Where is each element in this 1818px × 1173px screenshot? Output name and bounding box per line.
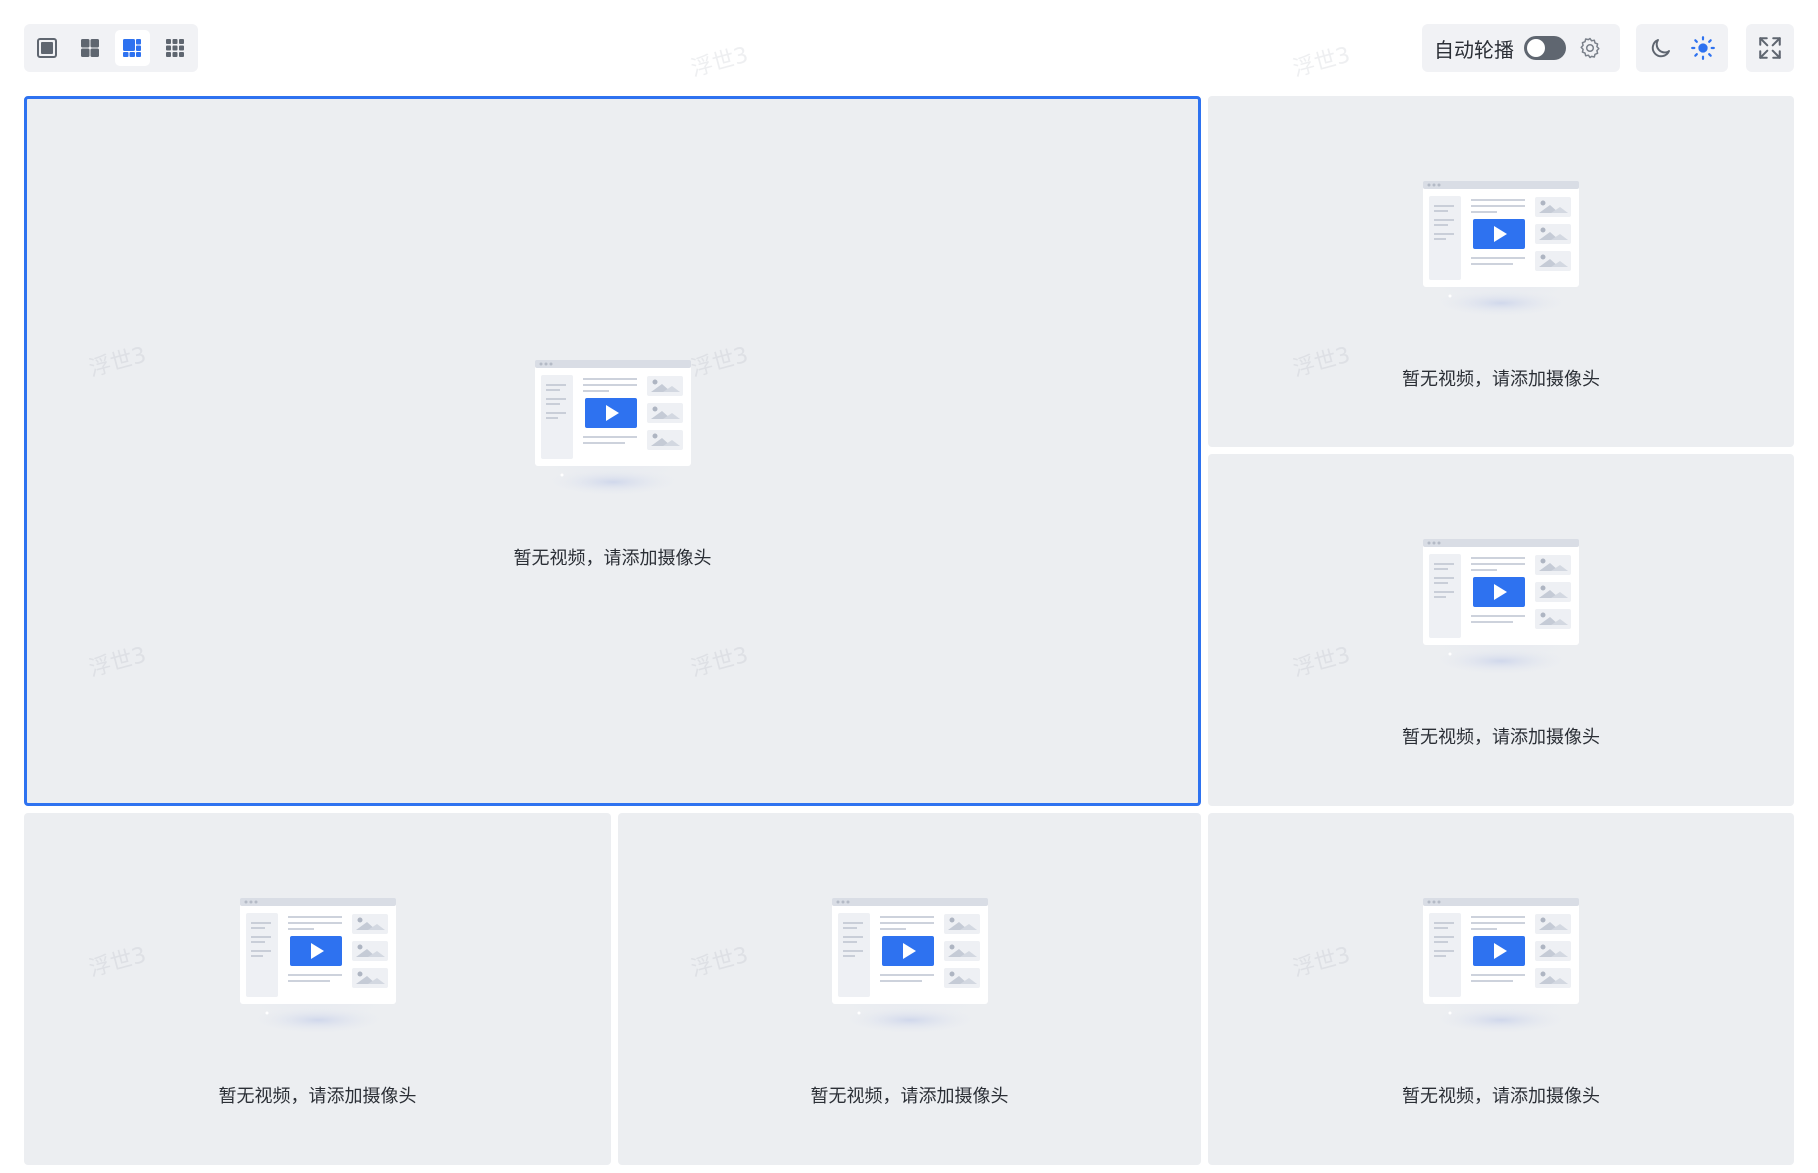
layout-3x3-button[interactable] bbox=[158, 30, 193, 66]
video-wall-page: 自动轮播 暂无视频，请添加摄像头 暂无视频，请添加摄像头 暂无视频，请添加摄像头… bbox=[0, 0, 1818, 1173]
empty-video-illustration bbox=[508, 332, 718, 502]
autoplay-settings-button[interactable] bbox=[1578, 36, 1602, 60]
empty-video-text: 暂无视频，请添加摄像头 bbox=[1402, 727, 1600, 748]
fullscreen-icon bbox=[1759, 37, 1781, 59]
grid-1plus5-icon bbox=[123, 39, 142, 57]
empty-video-illustration bbox=[1396, 153, 1606, 323]
empty-video-text: 暂无视频，请添加摄像头 bbox=[1402, 1086, 1600, 1107]
video-cell-6[interactable]: 暂无视频，请添加摄像头 bbox=[1208, 813, 1794, 1165]
video-placeholder-icon bbox=[1401, 875, 1601, 1035]
video-placeholder-icon bbox=[1401, 157, 1601, 318]
toolbar: 自动轮播 bbox=[24, 24, 1794, 74]
fullscreen-button[interactable] bbox=[1746, 24, 1794, 72]
dark-theme-button[interactable] bbox=[1648, 35, 1674, 61]
empty-video-illustration bbox=[1396, 870, 1606, 1040]
video-placeholder-icon bbox=[512, 337, 713, 497]
theme-switcher bbox=[1636, 24, 1728, 72]
video-grid: 暂无视频，请添加摄像头 暂无视频，请添加摄像头 暂无视频，请添加摄像头 暂无视频… bbox=[24, 96, 1794, 1166]
layout-1plus5-button[interactable] bbox=[115, 30, 150, 66]
empty-video-illustration bbox=[213, 870, 423, 1040]
autoplay-control: 自动轮播 bbox=[1422, 24, 1620, 72]
sun-icon bbox=[1691, 36, 1715, 60]
autoplay-label: 自动轮播 bbox=[1434, 37, 1514, 62]
empty-video-text: 暂无视频，请添加摄像头 bbox=[218, 1086, 417, 1107]
moon-icon bbox=[1651, 39, 1670, 58]
empty-video-text: 暂无视频，请添加摄像头 bbox=[1402, 368, 1600, 390]
video-placeholder-icon bbox=[1401, 516, 1601, 676]
video-placeholder-icon bbox=[217, 875, 418, 1035]
empty-video-illustration bbox=[1396, 511, 1606, 681]
video-placeholder-icon bbox=[809, 875, 1010, 1035]
video-cell-5[interactable]: 暂无视频，请添加摄像头 bbox=[618, 813, 1201, 1165]
video-cell-2[interactable]: 暂无视频，请添加摄像头 bbox=[1208, 96, 1794, 447]
video-cell-3[interactable]: 暂无视频，请添加摄像头 bbox=[1208, 454, 1794, 806]
empty-video-text: 暂无视频，请添加摄像头 bbox=[513, 548, 712, 569]
layout-switcher bbox=[24, 24, 198, 72]
autoplay-toggle[interactable] bbox=[1524, 36, 1566, 60]
single-view-icon bbox=[37, 38, 58, 58]
video-cell-4[interactable]: 暂无视频，请添加摄像头 bbox=[24, 813, 611, 1165]
layout-2x2-button[interactable] bbox=[73, 30, 108, 66]
gear-icon bbox=[1580, 37, 1600, 59]
empty-video-text: 暂无视频，请添加摄像头 bbox=[810, 1086, 1009, 1107]
light-theme-button[interactable] bbox=[1690, 35, 1716, 61]
grid-3x3-icon bbox=[165, 39, 184, 57]
grid-2x2-icon bbox=[80, 39, 99, 57]
layout-1x1-button[interactable] bbox=[30, 30, 65, 66]
empty-video-illustration bbox=[805, 870, 1015, 1040]
toggle-knob bbox=[1527, 39, 1545, 57]
video-cell-main[interactable]: 暂无视频，请添加摄像头 bbox=[24, 96, 1201, 806]
